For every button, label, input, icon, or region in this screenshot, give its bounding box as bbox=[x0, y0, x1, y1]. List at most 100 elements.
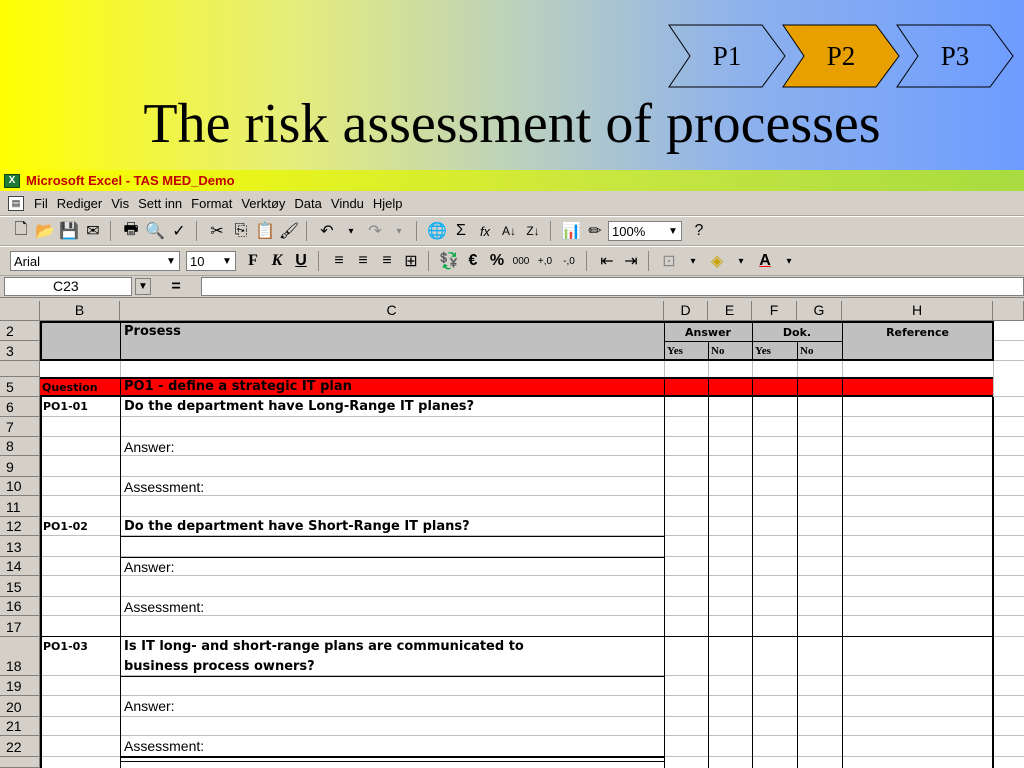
align-left-icon[interactable]: ≡ bbox=[328, 250, 350, 272]
chevron-down-icon[interactable]: ▼ bbox=[163, 252, 179, 270]
undo-dropdown-icon[interactable]: ▾ bbox=[340, 220, 362, 242]
menu-format[interactable]: Format bbox=[191, 196, 232, 211]
row-header-3[interactable]: 3 bbox=[0, 341, 40, 361]
currency-icon[interactable]: 💱 bbox=[438, 250, 460, 272]
column-header-b[interactable]: B bbox=[40, 301, 120, 321]
open-icon[interactable]: 📂 bbox=[34, 220, 56, 242]
spellcheck-icon[interactable]: ✓ bbox=[168, 220, 190, 242]
sort-descending-icon[interactable]: Z↓ bbox=[522, 220, 544, 242]
question-text[interactable]: Do the department have Long-Range IT pla… bbox=[124, 398, 474, 416]
name-box-dropdown-icon[interactable]: ▼ bbox=[135, 278, 151, 295]
cell-label[interactable]: Answer: bbox=[124, 697, 175, 715]
autosum-icon[interactable]: Σ bbox=[450, 220, 472, 242]
increase-decimal-icon[interactable]: +,0 bbox=[534, 250, 556, 272]
chart-wizard-icon[interactable]: 📊 bbox=[560, 220, 582, 242]
formula-equals[interactable]: = bbox=[151, 278, 201, 296]
italic-icon[interactable]: K bbox=[266, 250, 288, 272]
cell-label[interactable]: Answer: bbox=[124, 438, 175, 456]
save-icon[interactable]: 💾 bbox=[58, 220, 80, 242]
question-id[interactable]: PO1-01 bbox=[43, 398, 88, 416]
column-header-h[interactable]: H bbox=[842, 301, 993, 321]
cell-label[interactable]: Assessment: bbox=[124, 737, 204, 755]
header-yes[interactable]: Yes bbox=[755, 342, 771, 360]
row-header-6[interactable]: 6 bbox=[0, 397, 40, 417]
cell-label[interactable]: Assessment: bbox=[124, 478, 204, 496]
menu-fil[interactable]: Fil bbox=[34, 196, 48, 211]
row-header-15[interactable]: 15 bbox=[0, 576, 40, 597]
align-right-icon[interactable]: ≡ bbox=[376, 250, 398, 272]
undo-icon[interactable]: ↶ bbox=[316, 220, 338, 242]
paste-icon[interactable]: 📋 bbox=[254, 220, 276, 242]
row-header-9[interactable]: 9 bbox=[0, 456, 40, 477]
question-id[interactable]: PO1-03 bbox=[43, 638, 88, 656]
menu-verktoy[interactable]: Verktøy bbox=[241, 196, 285, 211]
menu-vis[interactable]: Vis bbox=[111, 196, 129, 211]
hyperlink-icon[interactable]: 🌐 bbox=[426, 220, 448, 242]
header-no[interactable]: No bbox=[800, 342, 813, 360]
percent-icon[interactable]: % bbox=[486, 250, 508, 272]
print-preview-icon[interactable]: 🔍 bbox=[144, 220, 166, 242]
column-header-f[interactable]: F bbox=[752, 301, 797, 321]
cell-label[interactable]: Answer: bbox=[124, 558, 175, 576]
cut-icon[interactable]: ✂ bbox=[206, 220, 228, 242]
column-header-blank[interactable] bbox=[993, 301, 1024, 321]
align-center-icon[interactable]: ≡ bbox=[352, 250, 374, 272]
row-header-17[interactable]: 17 bbox=[0, 616, 40, 637]
header-yes[interactable]: Yes bbox=[667, 342, 683, 360]
row-header-8[interactable]: 8 bbox=[0, 437, 40, 456]
column-header-e[interactable]: E bbox=[708, 301, 752, 321]
header-prosess[interactable]: Prosess bbox=[124, 323, 181, 341]
column-header-c[interactable]: C bbox=[120, 301, 664, 321]
help-icon[interactable]: ? bbox=[688, 220, 710, 242]
row-header-16[interactable]: 16 bbox=[0, 597, 40, 616]
mail-icon[interactable]: ✉ bbox=[82, 220, 104, 242]
row-header-10[interactable]: 10 bbox=[0, 477, 40, 496]
header-answer[interactable]: Answer bbox=[664, 324, 752, 342]
chevron-down-icon[interactable]: ▼ bbox=[665, 222, 681, 240]
formula-input[interactable] bbox=[201, 277, 1024, 296]
function-icon[interactable]: fx bbox=[474, 220, 496, 242]
row-header-13[interactable]: 13 bbox=[0, 536, 40, 557]
worksheet-grid[interactable]: B C D E F G H 2 3 5 6 7 8 9 10 11 12 13 14 15 16 17 18 19 20 21 22… bbox=[0, 301, 1024, 768]
row-header-18[interactable]: 18 bbox=[0, 637, 40, 676]
menu-hjelp[interactable]: Hjelp bbox=[373, 196, 403, 211]
borders-dropdown-icon[interactable]: ▾ bbox=[682, 250, 704, 272]
decrease-decimal-icon[interactable]: -,0 bbox=[558, 250, 580, 272]
row-header-11[interactable]: 11 bbox=[0, 496, 40, 517]
bold-icon[interactable]: F bbox=[242, 250, 264, 272]
section-title[interactable]: PO1 - define a strategic IT plan bbox=[124, 378, 352, 396]
workbook-icon[interactable]: ▤ bbox=[8, 195, 24, 211]
thousands-icon[interactable]: 000 bbox=[510, 250, 532, 272]
row-header-14[interactable]: 14 bbox=[0, 557, 40, 576]
copy-icon[interactable]: ⎘ bbox=[230, 220, 252, 242]
fill-color-dropdown-icon[interactable]: ▾ bbox=[730, 250, 752, 272]
header-dok[interactable]: Dok. bbox=[752, 324, 842, 342]
font-color-dropdown-icon[interactable]: ▾ bbox=[778, 250, 800, 272]
print-icon[interactable]: 🖶 bbox=[120, 220, 142, 242]
increase-indent-icon[interactable]: ⇥ bbox=[620, 250, 642, 272]
row-header-5[interactable]: 5 bbox=[0, 377, 40, 397]
font-size-select[interactable]: 10 ▼ bbox=[186, 251, 236, 271]
row-header-23[interactable] bbox=[0, 757, 40, 768]
header-reference[interactable]: Reference bbox=[842, 324, 993, 342]
borders-icon[interactable]: ⊡ bbox=[658, 250, 680, 272]
row-header-2[interactable]: 2 bbox=[0, 321, 40, 341]
row-header-gap[interactable] bbox=[0, 361, 40, 377]
question-text[interactable]: Do the department have Short-Range IT pl… bbox=[124, 518, 470, 536]
select-all-corner[interactable] bbox=[0, 301, 40, 321]
format-painter-icon[interactable]: 🖌 bbox=[278, 220, 300, 242]
fill-color-icon[interactable]: ◈ bbox=[706, 250, 728, 272]
question-text-line2[interactable]: business process owners? bbox=[124, 658, 315, 676]
column-header-g[interactable]: G bbox=[797, 301, 842, 321]
row-header-20[interactable]: 20 bbox=[0, 696, 40, 717]
step-p2[interactable]: P2 bbox=[782, 24, 900, 88]
font-name-select[interactable]: Arial ▼ bbox=[10, 251, 180, 271]
menu-data[interactable]: Data bbox=[294, 196, 321, 211]
row-header-21[interactable]: 21 bbox=[0, 717, 40, 736]
header-no[interactable]: No bbox=[711, 342, 724, 360]
question-id[interactable]: PO1-02 bbox=[43, 518, 88, 536]
sort-ascending-icon[interactable]: A↓ bbox=[498, 220, 520, 242]
question-text[interactable]: Is IT long- and short-range plans are co… bbox=[124, 638, 524, 656]
name-box[interactable]: C23 bbox=[4, 277, 132, 296]
zoom-select[interactable]: 100% ▼ bbox=[608, 221, 682, 241]
